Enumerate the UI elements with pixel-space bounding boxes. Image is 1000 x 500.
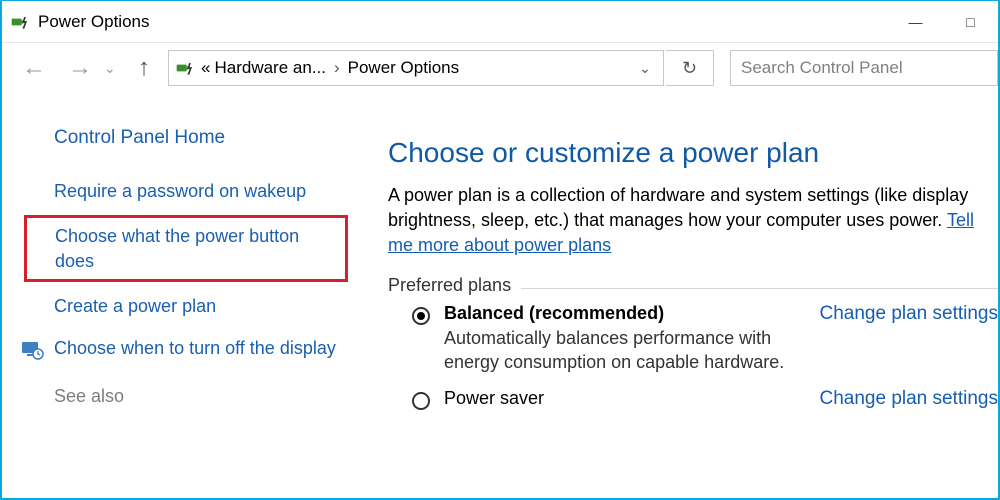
radio-power-saver[interactable]	[412, 392, 430, 410]
breadcrumb-power-options[interactable]: Power Options	[348, 58, 460, 78]
recent-locations-button[interactable]: ⌄	[104, 60, 120, 77]
power-options-icon	[10, 12, 30, 32]
main-pane: Choose or customize a power plan A power…	[362, 93, 998, 499]
minimize-button[interactable]: —	[888, 2, 943, 42]
breadcrumb: « Hardware an... › Power Options	[201, 58, 459, 78]
preferred-plans-label: Preferred plans	[388, 275, 521, 296]
monitor-clock-icon	[20, 338, 44, 362]
page-description: A power plan is a collection of hardware…	[388, 183, 998, 259]
page-heading: Choose or customize a power plan	[388, 137, 998, 169]
title-bar: Power Options — □	[2, 1, 998, 43]
description-text: A power plan is a collection of hardware…	[388, 185, 968, 230]
forward-button[interactable]: →	[58, 48, 102, 88]
plan-power-saver: Power saver Change plan settings	[412, 388, 998, 410]
breadcrumb-prefix[interactable]: «	[201, 58, 210, 78]
address-bar[interactable]: « Hardware an... › Power Options ⌄	[168, 50, 664, 86]
plan-balanced: Balanced (recommended) Automatically bal…	[412, 303, 998, 375]
nav-toolbar: ← → ⌄ ↑ « Hardware an... › Power Options…	[2, 43, 998, 93]
sidebar-item-require-password[interactable]: Require a password on wakeup	[20, 173, 352, 209]
change-plan-settings-power-saver[interactable]: Change plan settings	[819, 388, 998, 410]
address-bar-icon	[175, 58, 195, 78]
address-dropdown-icon[interactable]: ⌄	[633, 60, 657, 77]
change-plan-settings-balanced[interactable]: Change plan settings	[819, 303, 998, 325]
sidebar-item-label: Choose when to turn off the display	[54, 336, 336, 360]
plan-power-saver-title: Power saver	[444, 388, 795, 409]
control-panel-home-link[interactable]: Control Panel Home	[54, 127, 352, 149]
search-input[interactable]: Search Control Panel	[730, 50, 998, 86]
plan-balanced-desc: Automatically balances performance with …	[444, 326, 795, 375]
back-button[interactable]: ←	[12, 48, 56, 88]
sidebar-item-power-button[interactable]: Choose what the power button does	[24, 215, 348, 282]
refresh-button[interactable]: ↻	[666, 50, 714, 86]
plan-balanced-title: Balanced (recommended)	[444, 303, 795, 324]
sidebar: Control Panel Home Require a password on…	[2, 93, 362, 499]
radio-balanced[interactable]	[412, 307, 430, 325]
maximize-button[interactable]: □	[943, 2, 998, 42]
see-also-heading: See also	[54, 386, 352, 407]
sidebar-item-turn-off-display[interactable]: Choose when to turn off the display	[20, 330, 352, 368]
sidebar-item-create-plan[interactable]: Create a power plan	[20, 288, 352, 324]
content-area: Control Panel Home Require a password on…	[2, 93, 998, 499]
breadcrumb-hardware[interactable]: Hardware an...	[214, 58, 326, 78]
up-button[interactable]: ↑	[122, 48, 166, 88]
breadcrumb-sep-icon[interactable]: ›	[330, 58, 344, 78]
window-title: Power Options	[38, 12, 150, 32]
